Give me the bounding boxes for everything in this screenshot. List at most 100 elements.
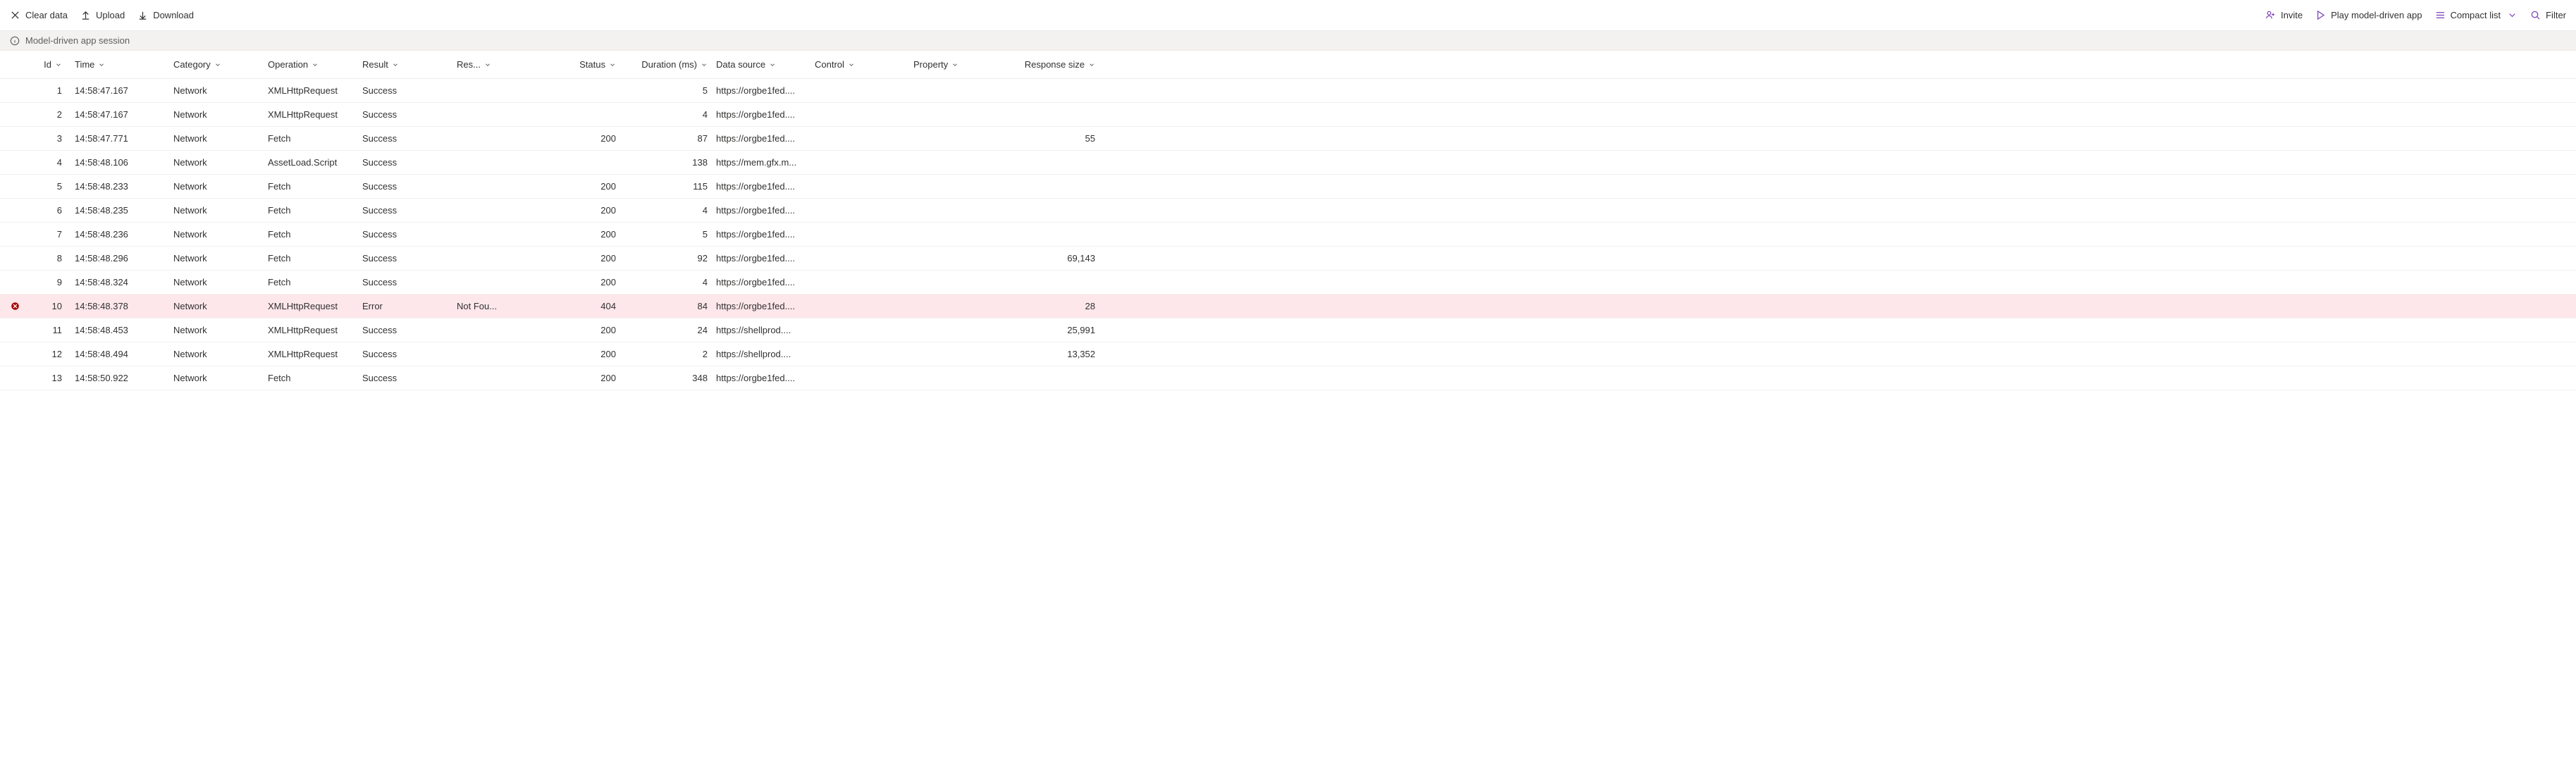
col-header-result-label: Result xyxy=(362,59,388,70)
play-icon xyxy=(2315,10,2326,20)
cell-duration: 84 xyxy=(620,301,712,311)
chevron-down-icon xyxy=(55,61,62,68)
table-row[interactable]: 914:58:48.324NetworkFetchSuccess2004http… xyxy=(0,271,2576,295)
cell-id: 5 xyxy=(30,181,70,192)
cell-data-source: https://orgbe1fed.... xyxy=(712,229,811,240)
cell-time: 14:58:47.771 xyxy=(70,133,169,144)
table-row[interactable]: 714:58:48.236NetworkFetchSuccess2005http… xyxy=(0,223,2576,247)
col-header-result-info[interactable]: Res... xyxy=(452,59,514,70)
col-header-operation[interactable]: Operation xyxy=(264,59,358,70)
cell-result: Success xyxy=(358,325,452,335)
table-row[interactable]: 1014:58:48.378NetworkXMLHttpRequestError… xyxy=(0,295,2576,318)
cell-result: Success xyxy=(358,85,452,96)
cell-data-source: https://orgbe1fed.... xyxy=(712,85,811,96)
play-app-button[interactable]: Play model-driven app xyxy=(2315,10,2422,20)
cell-status: 200 xyxy=(514,277,620,287)
cell-result: Success xyxy=(358,181,452,192)
cell-operation: XMLHttpRequest xyxy=(264,85,358,96)
cell-operation: XMLHttpRequest xyxy=(264,349,358,359)
cell-status: 200 xyxy=(514,181,620,192)
col-header-id[interactable]: Id xyxy=(39,59,70,70)
cell-result: Success xyxy=(358,277,452,287)
chevron-down-icon xyxy=(609,61,616,68)
data-grid: Id Time Category Operation Result Res...… xyxy=(0,51,2576,390)
cell-status: 200 xyxy=(514,229,620,240)
col-header-control[interactable]: Control xyxy=(811,59,909,70)
view-mode-dropdown[interactable]: Compact list xyxy=(2435,10,2518,20)
cell-time: 14:58:48.378 xyxy=(70,301,169,311)
col-header-response-size[interactable]: Response size xyxy=(1021,59,1099,70)
cell-id: 6 xyxy=(30,205,70,216)
cell-time: 14:58:48.235 xyxy=(70,205,169,216)
info-icon xyxy=(10,36,20,46)
close-icon xyxy=(10,10,20,20)
cell-category: Network xyxy=(169,109,264,120)
cell-operation: AssetLoad.Script xyxy=(264,157,358,168)
col-header-duration-label: Duration (ms) xyxy=(641,59,697,70)
cell-data-source: https://orgbe1fed.... xyxy=(712,205,811,216)
filter-button[interactable]: Filter xyxy=(2530,10,2566,20)
table-row[interactable]: 614:58:48.235NetworkFetchSuccess2004http… xyxy=(0,199,2576,223)
col-header-time[interactable]: Time xyxy=(70,59,169,70)
grid-body: 114:58:47.167NetworkXMLHttpRequestSucces… xyxy=(0,79,2576,390)
table-row[interactable]: 814:58:48.296NetworkFetchSuccess20092htt… xyxy=(0,247,2576,271)
cell-data-source: https://mem.gfx.m... xyxy=(712,157,811,168)
invite-button[interactable]: Invite xyxy=(2265,10,2303,20)
upload-button[interactable]: Upload xyxy=(80,10,125,20)
table-row[interactable]: 114:58:47.167NetworkXMLHttpRequestSucces… xyxy=(0,79,2576,103)
cell-data-source: https://orgbe1fed.... xyxy=(712,277,811,287)
cell-operation: Fetch xyxy=(264,277,358,287)
col-header-category[interactable]: Category xyxy=(169,59,264,70)
chevron-down-icon xyxy=(848,61,855,68)
cell-category: Network xyxy=(169,85,264,96)
table-row[interactable]: 514:58:48.233NetworkFetchSuccess200115ht… xyxy=(0,175,2576,199)
clear-data-button[interactable]: Clear data xyxy=(10,10,68,20)
cell-data-source: https://shellprod.... xyxy=(712,349,811,359)
download-button[interactable]: Download xyxy=(137,10,194,20)
grid-header-row: Id Time Category Operation Result Res...… xyxy=(0,51,2576,79)
table-row[interactable]: 1214:58:48.494NetworkXMLHttpRequestSucce… xyxy=(0,342,2576,366)
download-icon xyxy=(137,10,148,20)
cell-id: 3 xyxy=(30,133,70,144)
cell-data-source: https://orgbe1fed.... xyxy=(712,373,811,383)
cell-duration: 2 xyxy=(620,349,712,359)
cell-id: 10 xyxy=(30,301,70,311)
col-header-status-label: Status xyxy=(579,59,605,70)
cell-id: 2 xyxy=(30,109,70,120)
table-row[interactable]: 1114:58:48.453NetworkXMLHttpRequestSucce… xyxy=(0,318,2576,342)
chevron-down-icon xyxy=(484,61,491,68)
error-icon xyxy=(11,302,20,311)
cell-status: 200 xyxy=(514,373,620,383)
col-header-status[interactable]: Status xyxy=(575,59,620,70)
cell-id: 13 xyxy=(30,373,70,383)
col-header-duration[interactable]: Duration (ms) xyxy=(637,59,712,70)
filter-label: Filter xyxy=(2546,10,2566,20)
toolbar-right: Invite Play model-driven app Compact lis… xyxy=(2265,10,2566,20)
col-header-data-source[interactable]: Data source xyxy=(712,59,811,70)
list-icon xyxy=(2435,10,2446,20)
cell-id: 7 xyxy=(30,229,70,240)
table-row[interactable]: 314:58:47.771NetworkFetchSuccess20087htt… xyxy=(0,127,2576,151)
upload-icon xyxy=(80,10,91,20)
cell-operation: XMLHttpRequest xyxy=(264,325,358,335)
cell-operation: Fetch xyxy=(264,205,358,216)
cell-duration: 138 xyxy=(620,157,712,168)
cell-duration: 4 xyxy=(620,277,712,287)
session-bar: Model-driven app session xyxy=(0,31,2576,51)
cell-duration: 5 xyxy=(620,85,712,96)
col-header-result[interactable]: Result xyxy=(358,59,452,70)
cell-duration: 115 xyxy=(620,181,712,192)
table-row[interactable]: 1314:58:50.922NetworkFetchSuccess200348h… xyxy=(0,366,2576,390)
cell-duration: 5 xyxy=(620,229,712,240)
table-row[interactable]: 414:58:48.106NetworkAssetLoad.ScriptSucc… xyxy=(0,151,2576,175)
cell-data-source: https://orgbe1fed.... xyxy=(712,181,811,192)
cell-data-source: https://orgbe1fed.... xyxy=(712,253,811,264)
chevron-down-icon xyxy=(701,61,708,68)
col-header-property-label: Property xyxy=(913,59,948,70)
col-header-property[interactable]: Property xyxy=(909,59,1008,70)
cell-response-size: 13,352 xyxy=(1008,349,1099,359)
col-header-operation-label: Operation xyxy=(268,59,308,70)
table-row[interactable]: 214:58:47.167NetworkXMLHttpRequestSucces… xyxy=(0,103,2576,127)
cell-operation: Fetch xyxy=(264,181,358,192)
cell-status: 200 xyxy=(514,133,620,144)
